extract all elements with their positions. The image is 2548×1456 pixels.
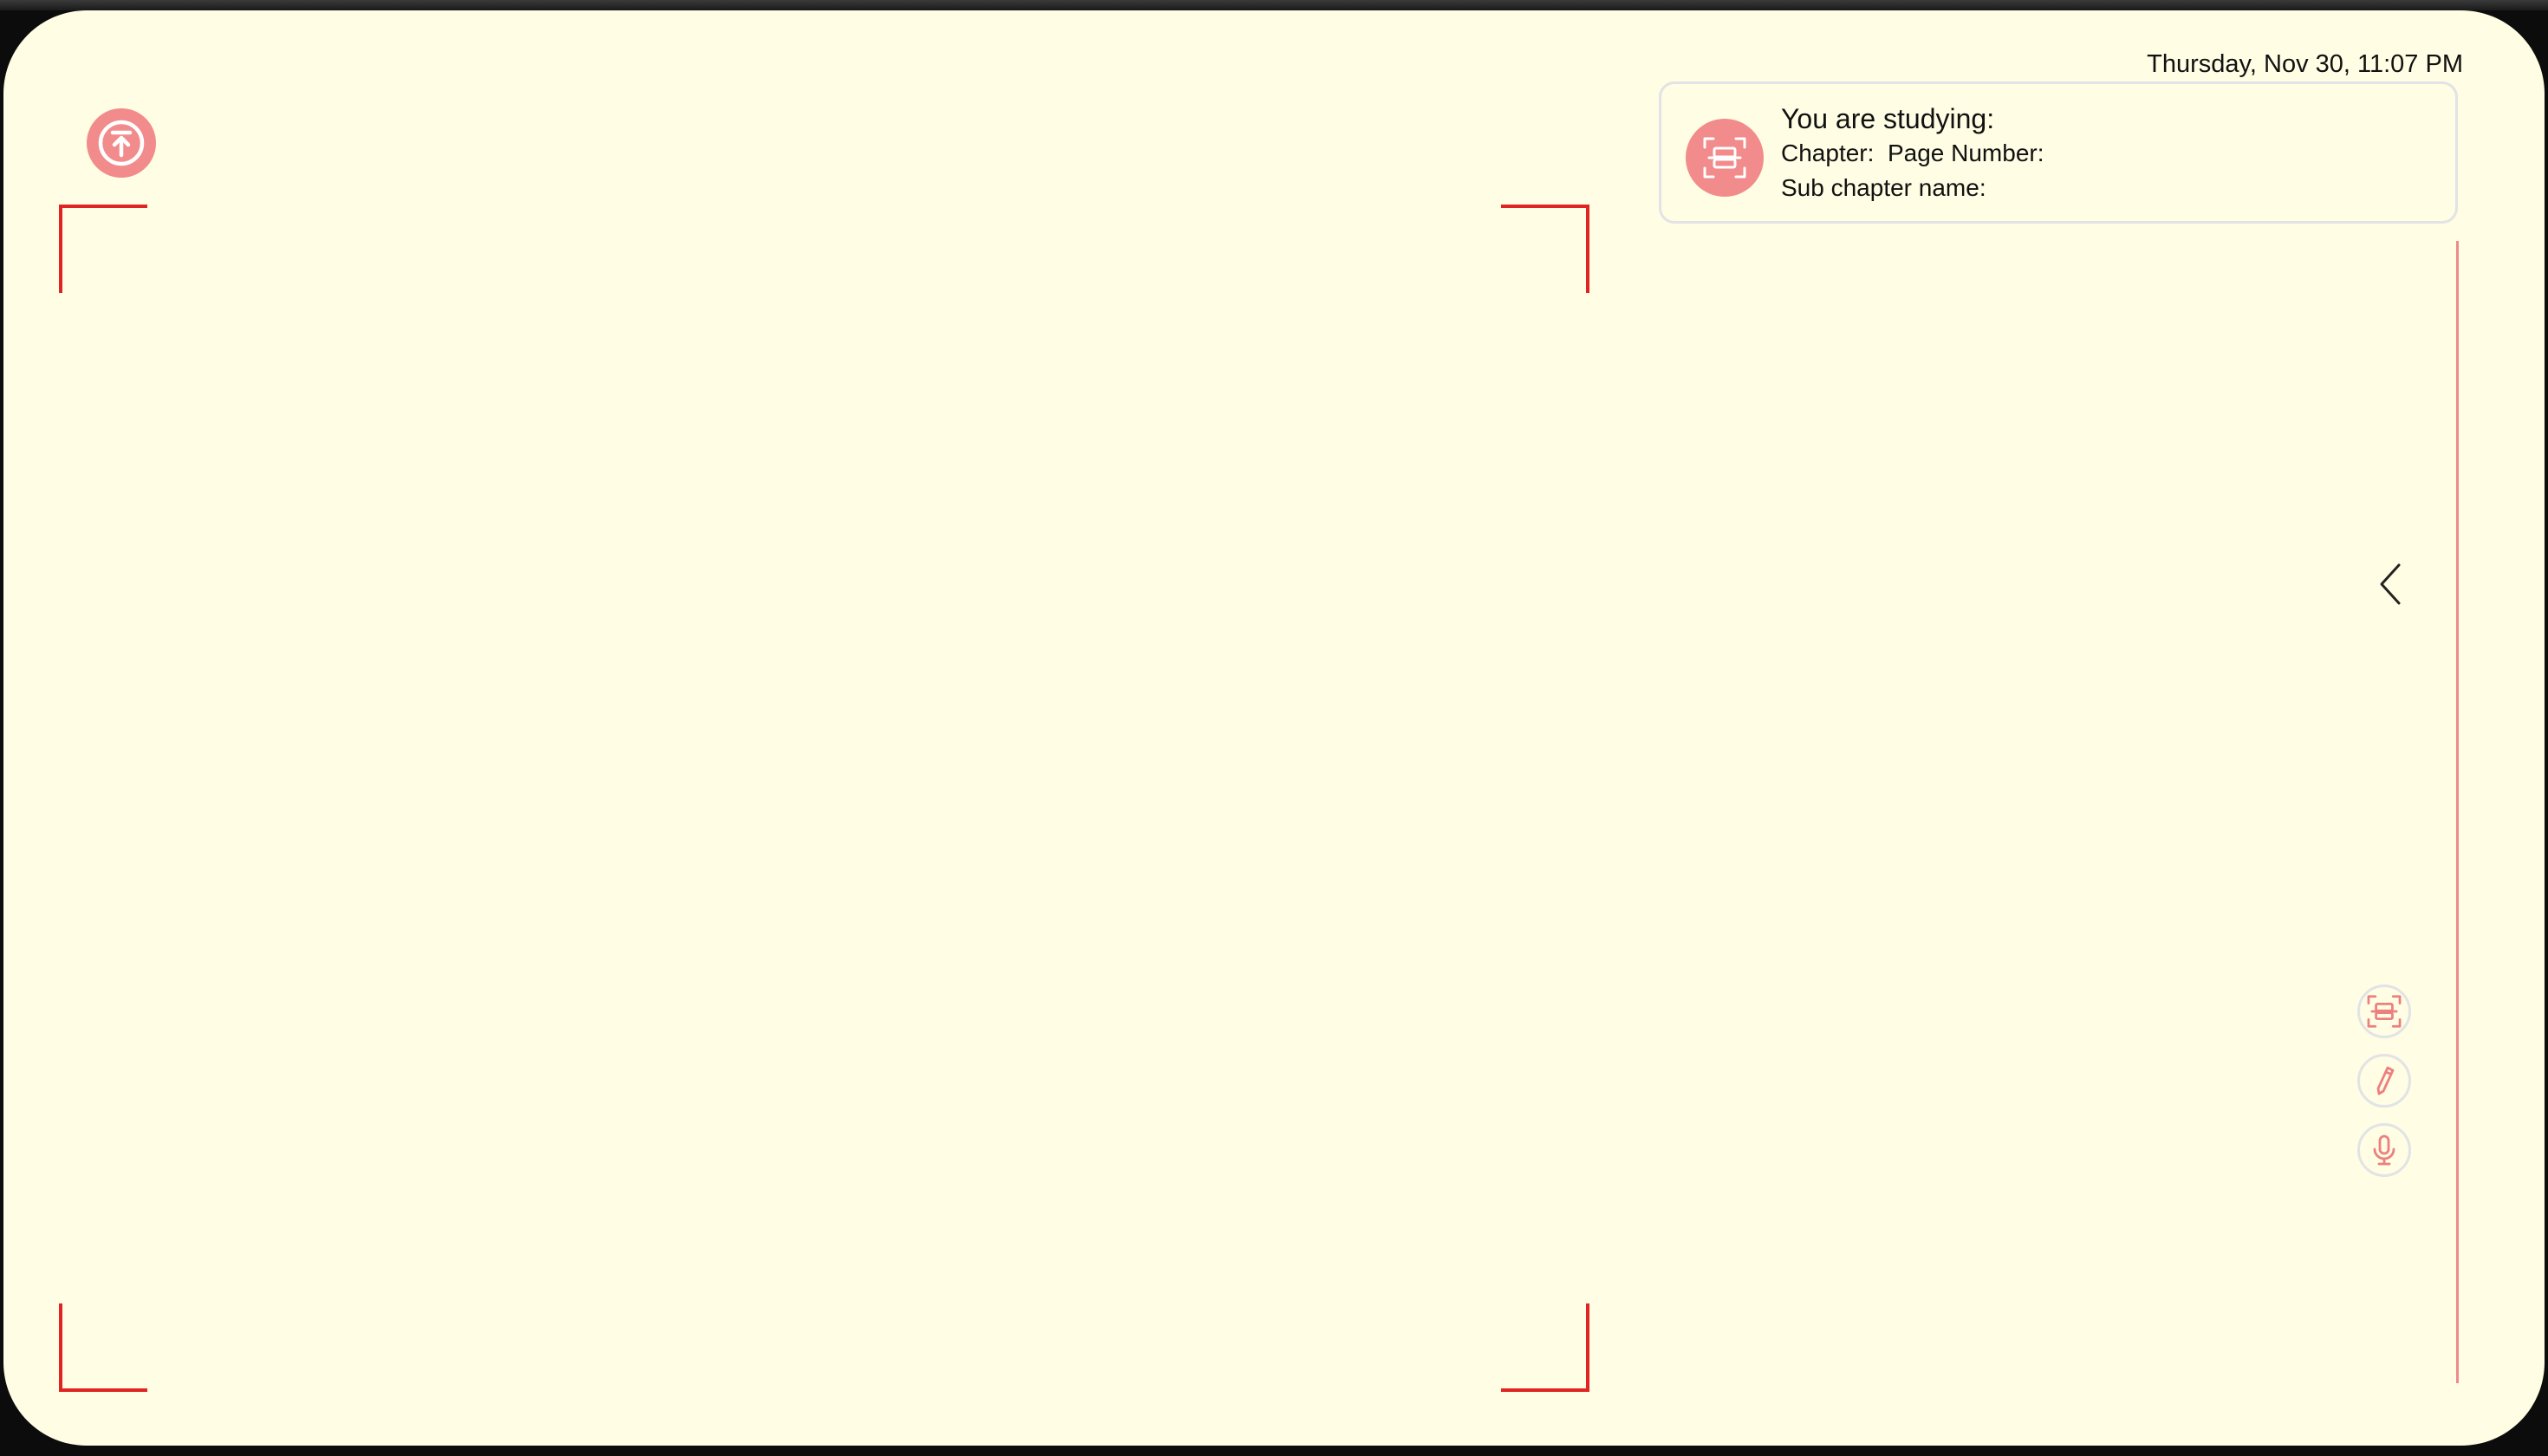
scan-icon: [2367, 995, 2402, 1028]
page-number-label: Page Number:: [1887, 140, 2044, 166]
microphone-tool-button[interactable]: [2357, 1123, 2411, 1177]
study-title: You are studying:: [1781, 103, 1995, 134]
window-top-bar: [0, 0, 2548, 10]
chapter-line: Chapter: Page Number:: [1781, 136, 2044, 171]
study-scan-badge: [1686, 119, 1764, 197]
pen-icon: [2376, 1066, 2395, 1095]
scan-frame-corner-bottom-left: [59, 1302, 149, 1392]
scan-tool-button[interactable]: [2357, 985, 2411, 1038]
subchapter-label: Sub chapter name:: [1781, 174, 1986, 201]
study-info-card: You are studying: Chapter: Page Number: …: [1659, 81, 2458, 224]
chapter-label: Chapter:: [1781, 140, 1875, 166]
pen-tool-button[interactable]: [2357, 1054, 2411, 1108]
upload-icon: [98, 120, 145, 166]
app-screen: Thursday, Nov 30, 11:07 PM You are study…: [3, 10, 2545, 1446]
scan-frame-corner-top-right: [1499, 205, 1589, 295]
scan-frame-corner-bottom-right: [1499, 1302, 1589, 1392]
study-details: You are studying: Chapter: Page Number: …: [1781, 101, 2044, 205]
upload-button[interactable]: [87, 108, 156, 178]
microphone-icon: [2373, 1134, 2395, 1166]
chevron-left-icon: [2380, 563, 2401, 605]
datetime-label: Thursday, Nov 30, 11:07 PM: [2147, 50, 2463, 78]
side-panel-divider: [2456, 241, 2459, 1383]
scan-icon: [1703, 137, 1746, 179]
scan-frame-corner-top-left: [59, 205, 149, 295]
collapse-panel-button[interactable]: [2375, 560, 2406, 608]
subchapter-line: Sub chapter name:: [1781, 171, 2044, 205]
